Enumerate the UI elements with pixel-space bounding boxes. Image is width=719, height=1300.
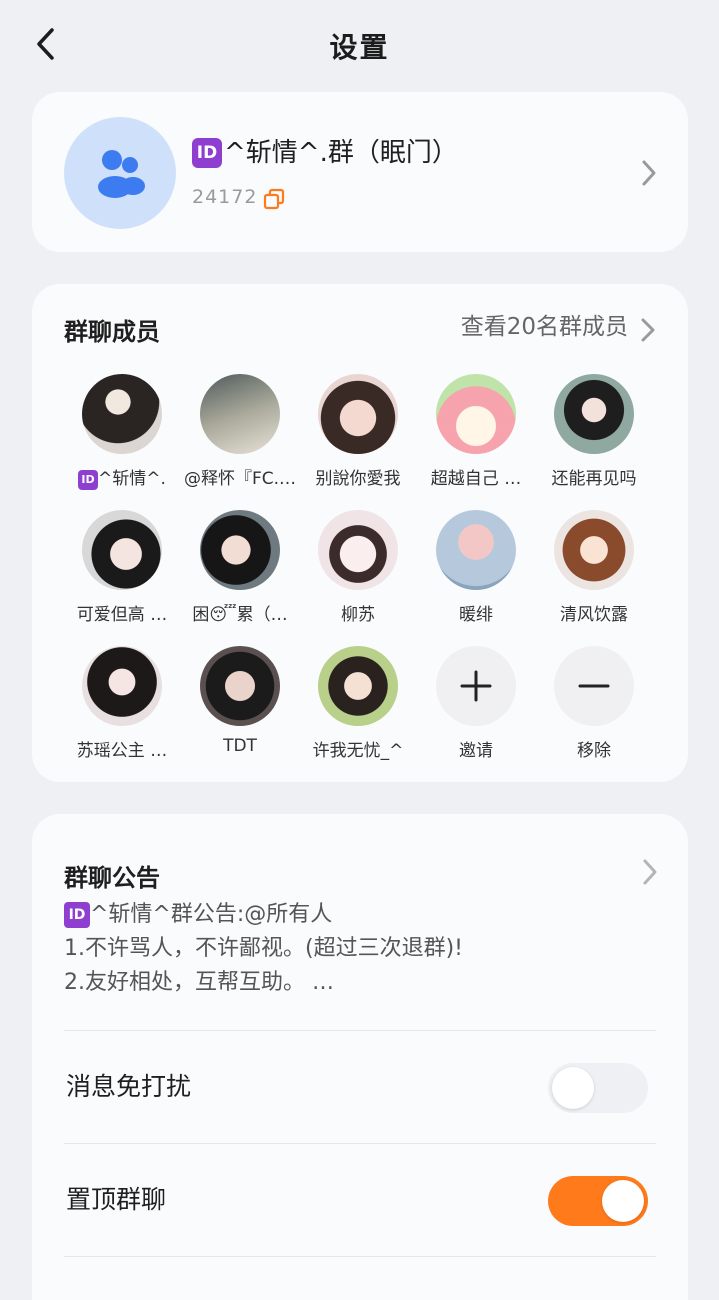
notice-line: 2.友好相处，互帮互助。 … — [64, 970, 334, 995]
group-id: 24172 — [192, 186, 258, 208]
mute-label: 消息免打扰 — [66, 1072, 192, 1101]
group-name-text: ^斩情^.群（眠门） — [224, 138, 458, 168]
id-badge-icon: ID — [64, 902, 90, 928]
member-item[interactable]: 柳苏 — [299, 510, 417, 625]
member-name: 可爱但高 … — [76, 605, 168, 625]
invite-circle — [436, 646, 516, 726]
remove-circle — [554, 646, 634, 726]
member-name: @释怀『FC.… — [183, 469, 297, 489]
member-item[interactable]: 暖绯 — [417, 510, 535, 625]
member-item[interactable]: 还能再见吗 — [535, 374, 653, 489]
pin-toggle[interactable] — [548, 1176, 648, 1226]
member-name: 许我无忧_^ — [312, 741, 404, 761]
members-title: 群聊成员 — [64, 318, 160, 346]
notice-line: ID ^斩情^群公告:@所有人 — [64, 898, 463, 932]
id-badge-icon: ID — [192, 138, 222, 168]
copy-icon[interactable] — [262, 187, 286, 211]
divider — [64, 1256, 656, 1257]
pin-row: 置顶群聊 — [32, 1144, 688, 1256]
group-info-card[interactable]: ID ^斩情^.群（眠门） 24172 — [32, 92, 688, 252]
toggle-knob — [552, 1067, 594, 1109]
invite-member-button[interactable]: 邀请 — [417, 646, 535, 761]
group-name: ID ^斩情^.群（眠门） — [192, 132, 458, 169]
id-badge-icon: ID — [78, 470, 99, 490]
member-avatar — [554, 374, 634, 454]
member-name: ID ^斩情^. — [63, 464, 181, 490]
top-bar: 设置 — [0, 0, 719, 92]
remove-label: 移除 — [577, 741, 611, 761]
member-item[interactable]: TDT — [181, 646, 299, 756]
toggle-knob — [602, 1180, 644, 1222]
member-avatar — [318, 646, 398, 726]
member-avatar — [436, 374, 516, 454]
member-item[interactable]: ID ^斩情^. — [63, 374, 181, 490]
notice-line: 1.不许骂人，不许鄙视。(超过三次退群)! — [64, 936, 463, 961]
group-notice-row[interactable]: 群聊公告 ID ^斩情^群公告:@所有人 1.不许骂人，不许鄙视。(超过三次退群)… — [32, 814, 688, 1030]
member-avatar — [554, 510, 634, 590]
pin-label: 置顶群聊 — [66, 1185, 167, 1214]
member-name: 还能再见吗 — [551, 469, 637, 489]
member-avatar — [318, 374, 398, 454]
member-name: 超越自己 … — [430, 469, 522, 489]
member-item[interactable]: 超越自己 … — [417, 374, 535, 489]
member-avatar — [200, 510, 280, 590]
members-card: 群聊成员 查看20名群成员 ID ^斩情^. @释怀『FC.… 别說你愛我 超越自… — [32, 284, 688, 782]
mute-row: 消息免打扰 — [32, 1031, 688, 1143]
member-avatar — [82, 510, 162, 590]
member-item[interactable]: 困😴累（… — [181, 510, 299, 625]
remove-member-button[interactable]: 移除 — [535, 646, 653, 761]
invite-label: 邀请 — [459, 741, 493, 761]
member-avatar — [200, 374, 280, 454]
settings-card: 群聊公告 ID ^斩情^群公告:@所有人 1.不许骂人，不许鄙视。(超过三次退群)… — [32, 814, 688, 1300]
member-item[interactable]: 别說你愛我 — [299, 374, 417, 489]
member-name: 清风饮露 — [560, 605, 628, 625]
member-name: 别說你愛我 — [315, 469, 401, 489]
member-item[interactable]: 清风饮露 — [535, 510, 653, 625]
page-title: 设置 — [329, 31, 390, 64]
group-avatar — [64, 117, 176, 229]
mute-toggle[interactable] — [548, 1063, 648, 1113]
member-name: 困😴累（… — [192, 605, 288, 625]
member-item[interactable]: 可爱但高 … — [63, 510, 181, 625]
chevron-right-icon — [642, 160, 656, 186]
member-name: TDT — [223, 736, 257, 756]
member-name: 暖绯 — [459, 605, 493, 625]
notice-title: 群聊公告 — [64, 864, 160, 892]
member-avatar — [318, 510, 398, 590]
member-item[interactable]: 苏瑶公主 … — [63, 646, 181, 761]
plus-icon — [460, 670, 492, 702]
chevron-right-icon — [641, 318, 655, 342]
member-name: 苏瑶公主 … — [76, 741, 168, 761]
member-item[interactable]: 许我无忧_^ — [299, 646, 417, 761]
member-avatar — [82, 646, 162, 726]
minus-icon — [578, 684, 610, 688]
notice-body: ID ^斩情^群公告:@所有人 1.不许骂人，不许鄙视。(超过三次退群)! 2.友… — [64, 898, 463, 1000]
member-avatar — [200, 646, 280, 726]
member-avatar — [82, 374, 162, 454]
view-all-members-label: 查看20名群成员 — [460, 314, 628, 340]
member-name: 柳苏 — [341, 605, 375, 625]
group-users-icon — [98, 150, 145, 198]
view-all-members-link[interactable]: 查看20名群成员 — [461, 310, 656, 344]
member-item[interactable]: @释怀『FC.… — [181, 374, 299, 489]
member-avatar — [436, 510, 516, 590]
chevron-right-icon — [643, 859, 657, 885]
